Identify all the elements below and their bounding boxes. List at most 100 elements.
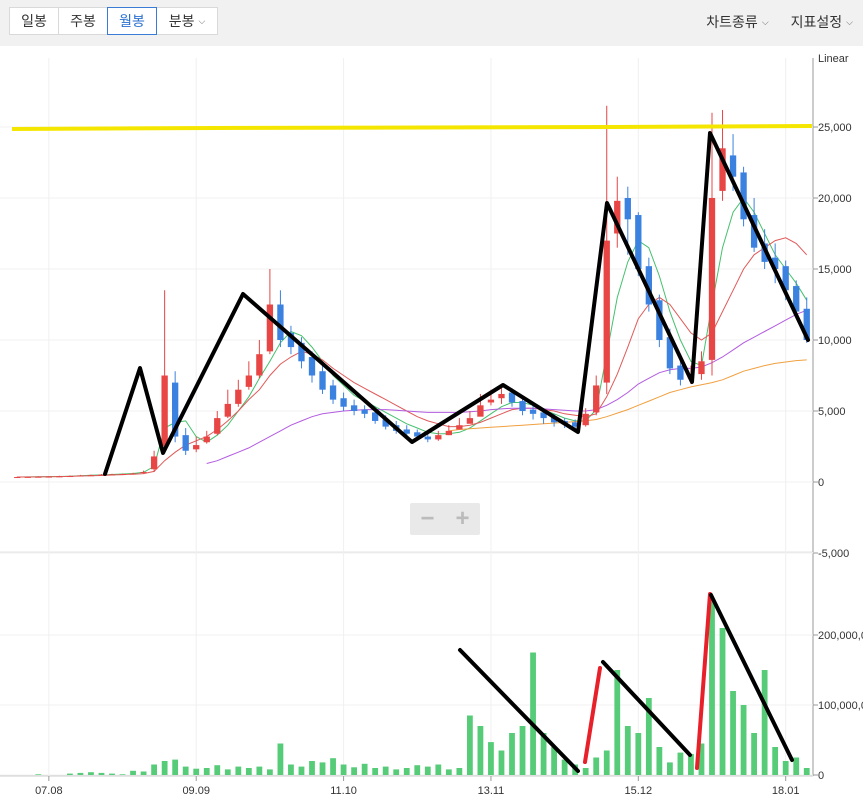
volume-bar [161,761,168,775]
indicator-settings-menu[interactable]: 지표설정 ⌵ [791,12,853,32]
monthly-button[interactable]: 월봉 [107,7,157,35]
chevron-down-icon: ⌵ [761,16,769,27]
volume-tick-label: 200,000,0 [818,630,863,642]
price-tick-label: 20,000 [818,193,852,205]
volume-bar [203,768,210,775]
candle-body [498,393,505,399]
volume-bar [467,715,473,775]
volume-bar [751,733,757,775]
volume-bar [772,747,779,775]
candle-body [77,475,84,477]
chart-type-menu[interactable]: 차트종류 ⌵ [706,12,768,32]
volume-bar [488,742,494,775]
candle-body [582,413,589,426]
candle-body [529,409,537,414]
candle-body [35,476,42,478]
right-menu: 차트종류 ⌵ 지표설정 ⌵ [706,12,853,32]
volume-bar [130,770,136,775]
zoom-in-button[interactable]: + [445,503,480,535]
volume-bar [667,762,673,775]
candle-body [593,385,600,413]
volume-bar [656,747,663,775]
volume-bar [519,726,526,775]
volume-bar [635,733,642,775]
candle-body [193,445,200,450]
volume-bar [109,773,115,775]
volume-bar [88,772,94,775]
candle-body [182,435,189,451]
candle-body [698,361,705,375]
candle-body [361,409,368,414]
candle-body [256,354,263,376]
candle-body [224,403,231,417]
volume-bar [214,765,221,775]
price-tick-label: 10,000 [818,335,852,347]
volume-bar [182,766,189,775]
volume-bar [288,764,294,775]
daily-button[interactable]: 일봉 [9,7,59,35]
zoom-out-button[interactable]: − [410,503,445,535]
volume-bar [530,652,536,775]
price-axis-title: Linear [818,53,849,65]
candle-body [308,357,316,376]
time-tick-label: 11.10 [330,785,357,797]
volume-bar [172,759,179,775]
volume-bar [424,766,431,775]
candle-body [66,476,74,478]
candle-body [519,401,526,411]
price-tick-label: 15,000 [818,264,852,276]
price-tick-label: 5,000 [818,406,846,418]
volume-bar [309,761,315,775]
volume-bar [414,765,421,775]
candle-body [445,430,452,436]
volume-bar [498,750,505,775]
candle-body [56,476,63,478]
candle-body [24,476,31,478]
volume-bar [709,601,715,775]
volume-bar [267,769,273,775]
volume-bar [193,768,200,775]
chart-type-label: 차트종류 [706,14,758,30]
candle-body [245,375,252,387]
time-tick-label: 07.08 [35,785,63,797]
volume-bar [719,628,726,775]
price-tick-label: 25,000 [818,122,852,134]
time-tick-label: 15.12 [625,785,653,797]
volume-bar [477,726,484,775]
volume-bar [319,762,326,775]
volume-bar [730,691,736,775]
candle-body [214,418,221,434]
minute-button[interactable]: 분봉 ⌵ [156,7,218,35]
candle-body [435,435,442,440]
price-tick-label: 0 [818,477,824,489]
volume-bar [509,733,515,775]
candle-body [329,385,337,400]
candle-body [108,474,116,476]
volume-bar [298,766,305,775]
volume-bar [330,758,336,775]
candle-body [424,436,431,440]
annotation-volume-rise-2 [695,592,712,770]
time-tick-label: 13.11 [478,785,505,797]
volume-bar [140,771,147,775]
volume-bar [256,766,263,775]
volume-bar [435,764,442,775]
volume-bar [77,772,84,775]
chevron-down-icon: ⌵ [846,16,853,27]
volume-bar [740,705,747,775]
stock-chart[interactable]: -5,000 0 5,000 10,000 15,000 20,000 25,000 Line… [0,46,863,801]
chart-toolbar: 일봉 주봉 월봉 분봉 ⌵ 차트종류 ⌵ 지표설정 ⌵ [0,0,863,46]
weekly-button[interactable]: 주봉 [58,7,108,35]
candle-body [624,198,631,220]
volume-bar [245,768,252,775]
candle-body [129,473,137,475]
candle-body [487,399,495,403]
volume-bar [277,743,284,775]
candle-body [150,456,158,470]
volume-bar [445,769,452,775]
candle-body [266,304,274,352]
volume-bar [782,761,789,775]
candle-body [319,371,326,390]
candle-body [119,474,126,476]
volume-bar [582,768,589,775]
